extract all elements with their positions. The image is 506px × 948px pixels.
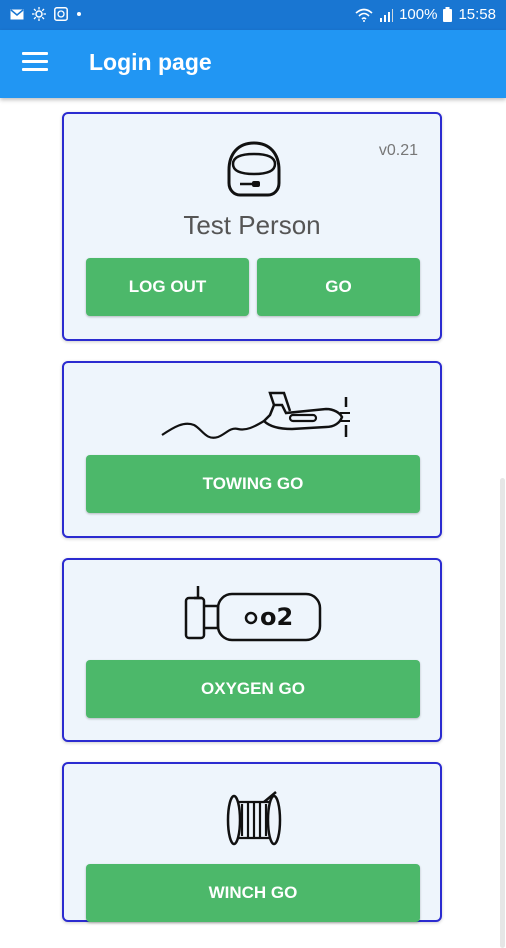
clock: 15:58 (458, 6, 496, 23)
scroll-thumb[interactable] (500, 478, 505, 948)
scrollbar[interactable] (498, 98, 506, 948)
battery-icon (443, 7, 453, 22)
page-title: Login page (89, 49, 212, 75)
version-label: v0.21 (378, 142, 418, 159)
app-bar: Login page (0, 30, 506, 98)
pilot-helmet-icon (227, 141, 281, 197)
hamburger-icon[interactable] (22, 52, 48, 74)
oxygen-card: o2 OXYGEN GO (62, 558, 442, 742)
go-button[interactable]: GO (257, 258, 420, 316)
oxygen-go-button[interactable]: OXYGEN GO (86, 660, 420, 718)
mail-icon (10, 8, 24, 19)
shield-icon (54, 7, 68, 21)
winch-card: WINCH GO (62, 762, 442, 922)
towing-card: TOWING GO (62, 361, 442, 538)
dot-icon (77, 12, 81, 16)
winch-drum-icon (226, 791, 282, 846)
status-bar: 100% 15:58 (0, 0, 506, 30)
oxygen-icon-text: o2 (260, 603, 293, 631)
battery-percent: 100% (399, 6, 438, 23)
signal-icon (380, 8, 394, 22)
log-out-button[interactable]: LOG OUT (86, 258, 249, 316)
towplane-icon (161, 391, 350, 439)
person-name: Test Person (183, 210, 321, 240)
brightness-icon (32, 7, 46, 21)
login-card: v0.21 Test Person LOG OUT GO (62, 112, 442, 341)
wifi-icon (355, 8, 373, 22)
oxygen-bottle-icon: o2 (184, 586, 322, 642)
towing-go-button[interactable]: TOWING GO (86, 455, 420, 513)
winch-go-button[interactable]: WINCH GO (86, 864, 420, 922)
